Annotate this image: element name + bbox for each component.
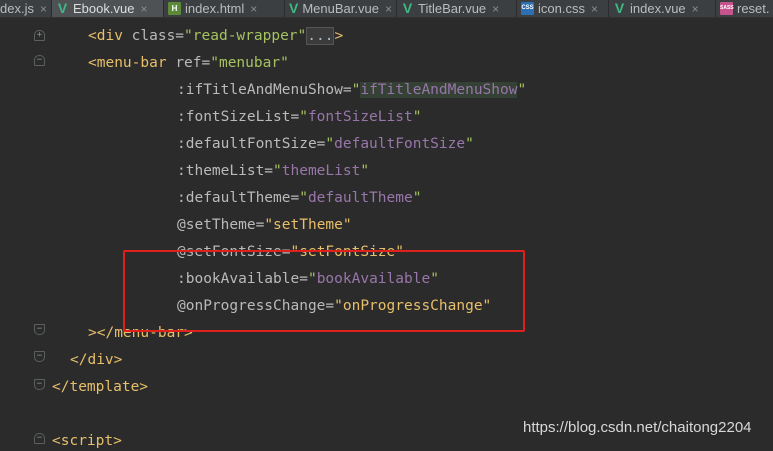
vue-icon: V <box>402 0 413 16</box>
binding-token: themeList <box>281 163 361 179</box>
vue-icon: V <box>57 0 68 16</box>
quote-token: " <box>412 109 422 125</box>
code-line[interactable]: <menu-bar ref="menubar" <box>88 53 289 73</box>
vue-icon: V <box>289 0 299 16</box>
close-icon[interactable]: × <box>492 2 499 16</box>
tab-index-html[interactable]: H index.html × <box>164 0 285 17</box>
code-line[interactable]: <div class="read-wrapper"...> <box>88 26 343 46</box>
code-line[interactable]: :themeList="themeList" <box>177 161 369 181</box>
attr-token: :defaultFontSize= <box>177 136 326 152</box>
code-line[interactable]: :defaultFontSize="defaultFontSize" <box>177 134 474 154</box>
handler-token: "setTheme" <box>264 217 352 233</box>
close-icon[interactable]: × <box>250 2 257 16</box>
code-line[interactable]: <script> <box>52 431 122 451</box>
tab-label: MenuBar.vue <box>302 1 379 16</box>
watermark-text: https://blog.csdn.net/chaitong2204 <box>523 419 752 436</box>
editor-gutter <box>0 18 56 449</box>
close-icon[interactable]: × <box>591 2 598 16</box>
tab-index-js[interactable]: dex.js × <box>0 0 52 17</box>
quote-token: " <box>299 190 308 206</box>
tab-label: icon.css <box>538 1 585 16</box>
quote-token: " <box>517 82 527 98</box>
tab-label: reset. <box>737 1 770 16</box>
close-icon[interactable]: × <box>40 2 47 16</box>
quote-token: " <box>325 136 335 152</box>
tab-menubar-vue[interactable]: V MenuBar.vue × <box>285 0 397 17</box>
fold-end-icon[interactable]: − <box>34 379 45 390</box>
code-line[interactable]: :fontSizeList="fontSizeList" <box>177 107 421 127</box>
attr-token: class= <box>131 28 185 44</box>
fold-end-icon[interactable]: − <box>34 351 45 362</box>
tag-token: </template> <box>52 379 149 395</box>
string-token: "menubar" <box>210 55 289 71</box>
html-icon: H <box>168 2 181 15</box>
fold-end-icon[interactable]: − <box>34 324 45 335</box>
string-token: "read-wrapper" <box>184 28 307 44</box>
binding-token: defaultFontSize <box>334 136 466 152</box>
quote-token: " <box>299 109 308 125</box>
code-line[interactable]: @setTheme="setTheme" <box>177 215 352 235</box>
attr-token: ref= <box>175 55 211 71</box>
tab-ebook-vue[interactable]: V Ebook.vue × <box>52 0 164 17</box>
code-line[interactable]: </template> <box>52 377 148 397</box>
attr-token: :fontSizeList= <box>177 109 300 125</box>
attr-token: @setTheme= <box>177 217 265 233</box>
editor-tab-bar: dex.js × V Ebook.vue × H index.html × V … <box>0 0 773 18</box>
fold-collapse-icon[interactable]: − <box>34 433 45 444</box>
binding-token: fontSizeList <box>307 109 413 125</box>
tab-label: index.vue <box>630 1 686 16</box>
collapsed-region[interactable]: ... <box>306 27 335 45</box>
highlight-annotation-box <box>123 250 525 332</box>
tab-titlebar-vue[interactable]: V TitleBar.vue × <box>397 0 517 17</box>
tab-reset-scss[interactable]: SASS reset. <box>716 0 773 17</box>
quote-token: " <box>273 163 282 179</box>
quote-token: " <box>360 163 370 179</box>
tag-token: <div <box>88 28 132 44</box>
quote-token: " <box>412 190 422 206</box>
quote-token: " <box>465 136 474 152</box>
sass-icon: SASS <box>720 2 734 15</box>
close-icon[interactable]: × <box>140 2 147 16</box>
tag-token: </div> <box>70 352 123 368</box>
fold-collapse-icon[interactable]: − <box>34 55 45 66</box>
tag-token: <menu-bar <box>88 55 176 71</box>
tag-token: > <box>334 28 344 44</box>
attr-token: :defaultTheme= <box>177 190 300 206</box>
tab-label: Ebook.vue <box>73 1 135 16</box>
code-line[interactable]: </div> <box>70 350 122 370</box>
tab-icon-css[interactable]: CSS icon.css × <box>517 0 609 17</box>
close-icon[interactable]: × <box>692 2 699 16</box>
code-line[interactable]: :defaultTheme="defaultTheme" <box>177 188 421 208</box>
css-icon: CSS <box>521 2 534 15</box>
code-line[interactable]: :ifTitleAndMenuShow="ifTitleAndMenuShow" <box>177 80 526 100</box>
tab-label: TitleBar.vue <box>418 1 487 16</box>
attr-token: :ifTitleAndMenuShow= <box>177 82 352 98</box>
tab-label: dex.js <box>0 1 34 16</box>
tab-index-vue[interactable]: V index.vue × <box>609 0 716 17</box>
fold-expand-icon[interactable]: + <box>34 30 45 41</box>
binding-token: ifTitleAndMenuShow <box>360 82 518 98</box>
vue-icon: V <box>614 0 625 16</box>
close-icon[interactable]: × <box>385 2 392 16</box>
binding-token: defaultTheme <box>307 190 413 206</box>
tab-label: index.html <box>185 1 245 16</box>
attr-token: :themeList= <box>177 163 274 179</box>
tag-token: <script> <box>52 433 122 449</box>
